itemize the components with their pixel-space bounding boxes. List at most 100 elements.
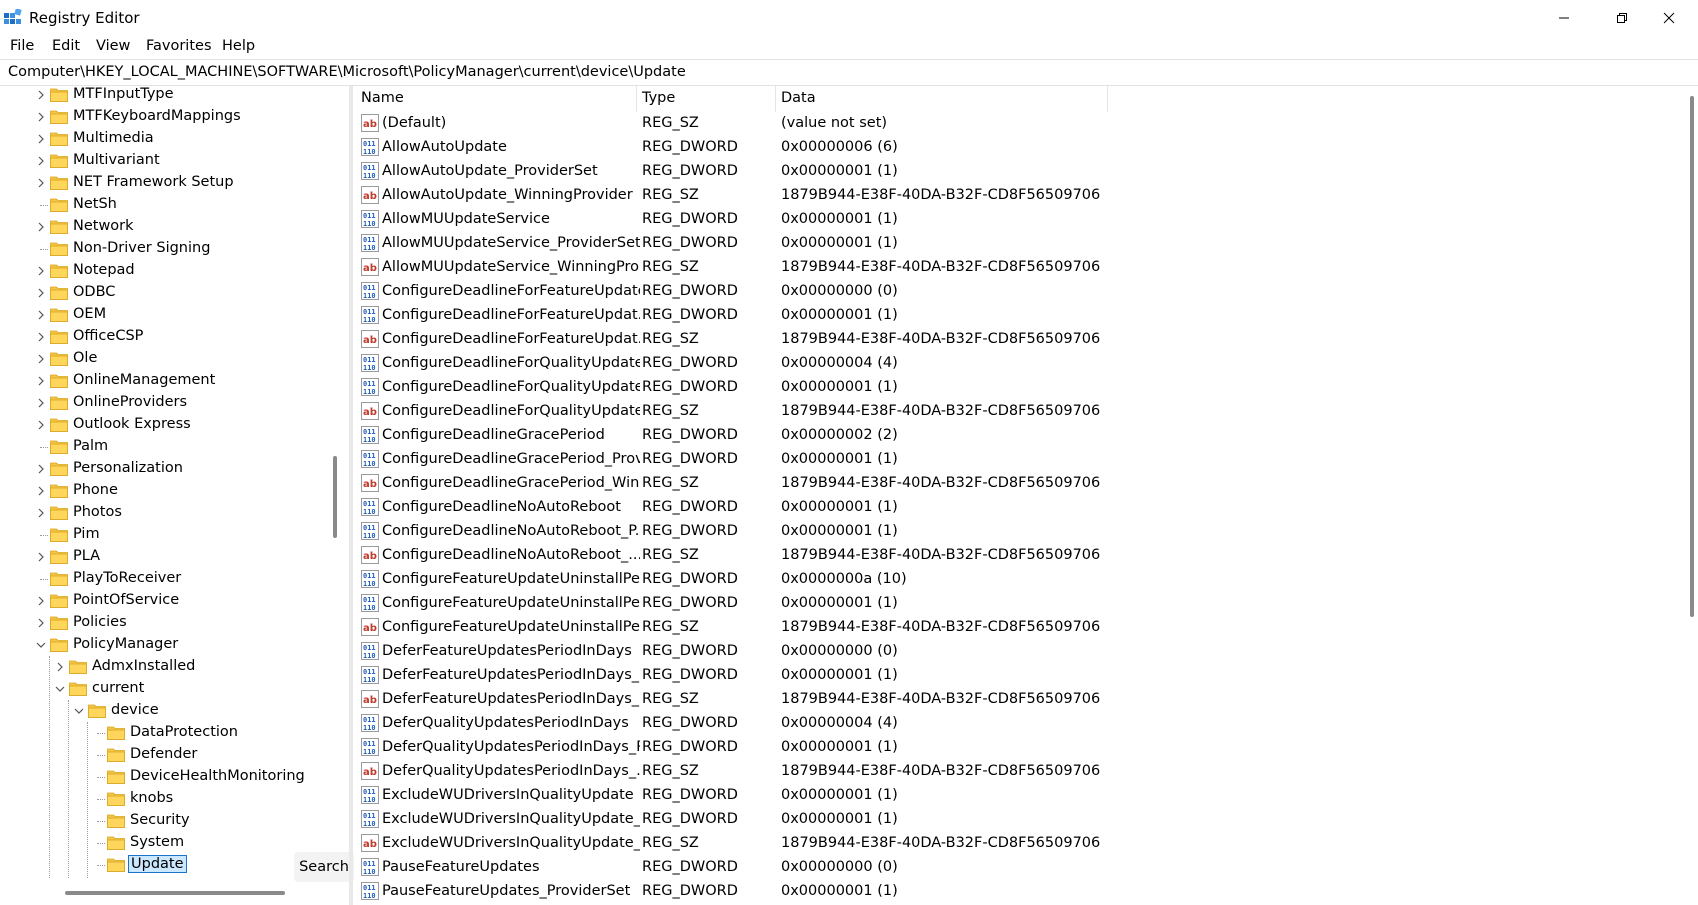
search-button[interactable]: Search: [294, 852, 354, 882]
tree-item[interactable]: Phone: [0, 480, 347, 502]
column-header-data[interactable]: Data: [781, 90, 816, 106]
value-row[interactable]: 011 110 ConfigureDeadlineForQualityUpdate.…: [356, 376, 1656, 400]
value-row[interactable]: 011 110 PauseFeatureUpdates_ProviderSet REG…: [356, 880, 1656, 904]
value-row[interactable]: ab AllowMUUpdateService_WinningPro... REG_…: [356, 256, 1656, 280]
value-row[interactable]: ab ConfigureFeatureUpdateUninstallPer... R…: [356, 616, 1656, 640]
value-row[interactable]: 011 110 ExcludeWUDriversInQualityUpdate REG…: [356, 784, 1656, 808]
value-row[interactable]: 011 110 ConfigureFeatureUpdateUninstallPer…: [356, 592, 1656, 616]
tree-item[interactable]: Outlook Express: [0, 414, 347, 436]
chevron-right-icon[interactable]: [36, 417, 46, 433]
tree-item[interactable]: knobs: [0, 788, 347, 810]
chevron-right-icon[interactable]: [36, 615, 46, 631]
tree-item[interactable]: PLA: [0, 546, 347, 568]
value-row[interactable]: ab ExcludeWUDriversInQualityUpdate_... REG…: [356, 832, 1656, 856]
column-header-type[interactable]: Type: [642, 90, 675, 106]
chevron-right-icon[interactable]: [36, 373, 46, 389]
chevron-right-icon[interactable]: [36, 351, 46, 367]
chevron-right-icon[interactable]: [36, 263, 46, 279]
chevron-right-icon[interactable]: [36, 153, 46, 169]
tree-item[interactable]: Ole: [0, 348, 347, 370]
minimize-button[interactable]: [1535, 0, 1593, 36]
tree-item[interactable]: DeviceHealthMonitoring: [0, 766, 347, 788]
tree-item[interactable]: PointOfService: [0, 590, 347, 612]
value-row[interactable]: 011 110 ConfigureDeadlineGracePeriod REG_DW…: [356, 424, 1656, 448]
tree-item[interactable]: Palm: [0, 436, 347, 458]
column-divider[interactable]: [636, 86, 637, 112]
tree-item[interactable]: OnlineProviders: [0, 392, 347, 414]
value-row[interactable]: 011 110 ConfigureDeadlineNoAutoReboot REG_D…: [356, 496, 1656, 520]
tree-item[interactable]: PlayToReceiver: [0, 568, 347, 590]
chevron-right-icon[interactable]: [36, 329, 46, 345]
values-vertical-scrollbar[interactable]: [1690, 96, 1694, 617]
value-row[interactable]: ab DeferFeatureUpdatesPeriodInDays_... REG…: [356, 688, 1656, 712]
menu-help[interactable]: Help: [222, 38, 255, 54]
value-row[interactable]: 011 110 PauseFeatureUpdates REG_DWORD 0x0000…: [356, 856, 1656, 880]
value-row[interactable]: 011 110 ConfigureDeadlineForFeatureUpdates…: [356, 280, 1656, 304]
tree-item[interactable]: Multivariant: [0, 150, 347, 172]
chevron-right-icon[interactable]: [36, 461, 46, 477]
tree-item[interactable]: System: [0, 832, 347, 854]
menu-view[interactable]: View: [96, 38, 130, 54]
value-row[interactable]: 011 110 ConfigureDeadlineForFeatureUpdat..…: [356, 304, 1656, 328]
chevron-right-icon[interactable]: [36, 219, 46, 235]
chevron-right-icon[interactable]: [36, 175, 46, 191]
tree-item[interactable]: Multimedia: [0, 128, 347, 150]
tree-vertical-scrollbar[interactable]: [333, 456, 337, 538]
value-row[interactable]: ab ConfigureDeadlineForFeatureUpdat... REG…: [356, 328, 1656, 352]
tree-item[interactable]: NetSh: [0, 194, 347, 216]
tree-item[interactable]: Pim: [0, 524, 347, 546]
chevron-down-icon[interactable]: [74, 703, 84, 719]
chevron-right-icon[interactable]: [36, 87, 46, 103]
tree-horizontal-scrollbar[interactable]: [65, 891, 285, 895]
value-row[interactable]: 011 110 DeferQualityUpdatesPeriodInDays REG…: [356, 712, 1656, 736]
value-row[interactable]: 011 110 DeferQualityUpdatesPeriodInDays_P.…: [356, 736, 1656, 760]
pane-splitter[interactable]: [349, 86, 353, 905]
close-button[interactable]: [1640, 0, 1698, 36]
value-row[interactable]: ab ConfigureDeadlineForQualityUpdate... RE…: [356, 400, 1656, 424]
value-row[interactable]: ab ConfigureDeadlineGracePeriod_Win... REG…: [356, 472, 1656, 496]
value-row[interactable]: 011 110 ConfigureFeatureUpdateUninstallPer…: [356, 568, 1656, 592]
values-list-pane[interactable]: Name Type Data ab (Default) REG_SZ (value n…: [356, 86, 1676, 905]
tree-item[interactable]: NET Framework Setup: [0, 172, 347, 194]
chevron-down-icon[interactable]: [36, 637, 46, 653]
tree-item[interactable]: Policies: [0, 612, 347, 634]
chevron-right-icon[interactable]: [36, 307, 46, 323]
value-row[interactable]: ab ConfigureDeadlineNoAutoReboot_... REG_S…: [356, 544, 1656, 568]
menu-edit[interactable]: Edit: [52, 38, 80, 54]
chevron-right-icon[interactable]: [36, 109, 46, 125]
tree-item[interactable]: Network: [0, 216, 347, 238]
value-row[interactable]: 011 110 AllowMUUpdateService_ProviderSet RE…: [356, 232, 1656, 256]
column-divider[interactable]: [1107, 86, 1108, 112]
chevron-right-icon[interactable]: [36, 593, 46, 609]
key-tree-pane[interactable]: MTFInputType MTFKeyboardMappings Multimedi…: [0, 86, 347, 905]
tree-item[interactable]: Non-Driver Signing: [0, 238, 347, 260]
tree-item[interactable]: OfficeCSP: [0, 326, 347, 348]
value-row[interactable]: 011 110 AllowMUUpdateService REG_DWORD 0x000…: [356, 208, 1656, 232]
column-divider[interactable]: [775, 86, 776, 112]
tree-item[interactable]: Defender: [0, 744, 347, 766]
value-row[interactable]: 011 110 ExcludeWUDriversInQualityUpdate_P.…: [356, 808, 1656, 832]
value-row[interactable]: 011 110 DeferFeatureUpdatesPeriodInDays_P.…: [356, 664, 1656, 688]
tree-item[interactable]: Personalization: [0, 458, 347, 480]
tree-item[interactable]: PolicyManager: [0, 634, 347, 656]
menu-favorites[interactable]: Favorites: [146, 38, 212, 54]
tree-item[interactable]: Notepad: [0, 260, 347, 282]
value-row[interactable]: ab (Default) REG_SZ (value not set): [356, 112, 1656, 136]
tree-item[interactable]: OnlineManagement: [0, 370, 347, 392]
chevron-right-icon[interactable]: [55, 659, 65, 675]
tree-item[interactable]: Security: [0, 810, 347, 832]
value-row[interactable]: ab AllowAutoUpdate_WinningProvider REG_SZ 1…: [356, 184, 1656, 208]
tree-item[interactable]: current: [0, 678, 347, 700]
tree-item[interactable]: MTFKeyboardMappings: [0, 106, 347, 128]
value-row[interactable]: 011 110 AllowAutoUpdate REG_DWORD 0x00000006…: [356, 136, 1656, 160]
value-row[interactable]: 011 110 ConfigureDeadlineNoAutoReboot_P...…: [356, 520, 1656, 544]
tree-item[interactable]: device: [0, 700, 347, 722]
value-row[interactable]: 011 110 AllowAutoUpdate_ProviderSet REG_DWO…: [356, 160, 1656, 184]
value-row[interactable]: 011 110 ConfigureDeadlineForQualityUpdates…: [356, 352, 1656, 376]
tree-item[interactable]: MTFInputType: [0, 86, 347, 106]
chevron-right-icon[interactable]: [36, 395, 46, 411]
chevron-right-icon[interactable]: [36, 131, 46, 147]
value-row[interactable]: ab DeferQualityUpdatesPeriodInDays_... REG…: [356, 760, 1656, 784]
chevron-right-icon[interactable]: [36, 483, 46, 499]
tree-item[interactable]: DataProtection: [0, 722, 347, 744]
